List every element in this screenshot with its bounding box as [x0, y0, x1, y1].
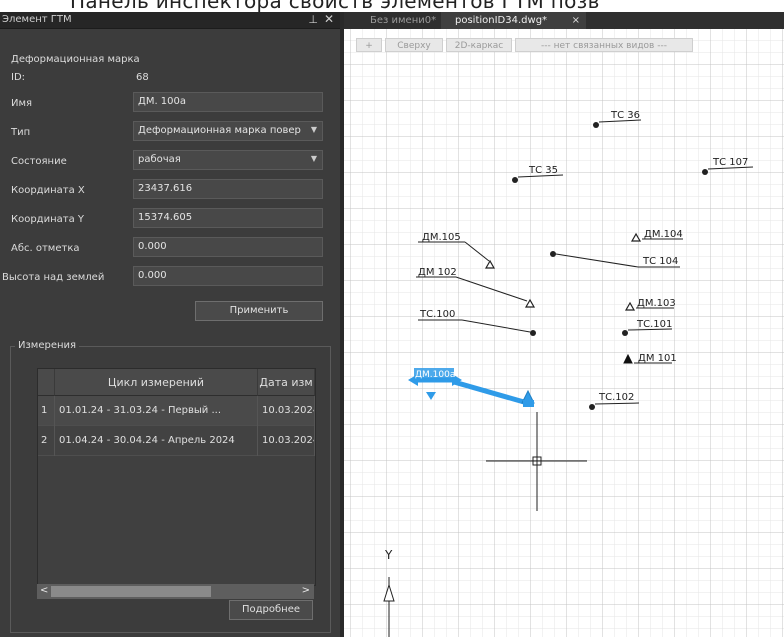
- name-label: Имя: [11, 98, 33, 109]
- panel-title-bar[interactable]: Элемент ГТМ ⊥ ✕: [0, 12, 340, 29]
- table-row[interactable]: 1 01.01.24 - 31.03.24 - Первый ... 10.03…: [38, 396, 315, 426]
- close-icon[interactable]: ×: [572, 12, 580, 29]
- close-icon[interactable]: ✕: [324, 12, 334, 26]
- height-value: 0.000: [138, 270, 167, 281]
- label-tc107: ТС 107: [712, 157, 748, 168]
- scroll-left-icon[interactable]: <: [40, 585, 48, 596]
- state-select[interactable]: рабочая ▼: [133, 150, 323, 170]
- caption-strip: Панель инспектора свойств элементов ГТМ …: [0, 0, 784, 12]
- label-dm100a: ДМ.100а: [415, 370, 455, 380]
- label-tc35: ТС 35: [528, 165, 558, 176]
- type-select[interactable]: Деформационная марка повер ▼: [133, 121, 323, 141]
- column-header-cycle[interactable]: Цикл измерений: [55, 369, 258, 396]
- label-dm103: ДМ.103: [637, 298, 676, 309]
- caption-text: Панель инспектора свойств элементов ГТМ …: [70, 0, 600, 12]
- chevron-down-icon: ▼: [310, 154, 317, 163]
- label-tc102: ТС.102: [598, 392, 634, 403]
- document-tabs: Без имени0* positionID34.dwg* ×: [344, 12, 784, 29]
- measurements-title: Измерения: [15, 340, 80, 351]
- tab-untitled[interactable]: Без имени0*: [370, 12, 436, 29]
- cycle-cell: 01.01.24 - 31.03.24 - Первый ...: [55, 396, 258, 426]
- abs-elevation-value: 0.000: [138, 241, 167, 252]
- tab-label: positionID34.dwg*: [455, 15, 548, 26]
- name-value: ДМ. 100а: [138, 96, 187, 107]
- coord-x-input[interactable]: 23437.616: [133, 179, 323, 199]
- type-label: Тип: [11, 127, 31, 138]
- details-button[interactable]: Подробнее: [229, 600, 313, 620]
- height-input[interactable]: 0.000: [133, 266, 323, 286]
- row-header-corner: [38, 369, 55, 396]
- horizontal-scrollbar[interactable]: < >: [37, 584, 314, 599]
- apply-button[interactable]: Применить: [195, 301, 323, 321]
- table-row[interactable]: 2 01.04.24 - 30.04.24 - Апрель 2024 10.0…: [38, 426, 315, 456]
- tab-position-dwg[interactable]: positionID34.dwg* ×: [441, 12, 586, 29]
- visual-style-button[interactable]: 2D-каркас: [446, 38, 512, 52]
- state-value: рабочая: [138, 154, 181, 165]
- label-dm101: ДМ 101: [638, 353, 677, 364]
- linked-views-button[interactable]: --- нет связанных видов ---: [515, 38, 693, 52]
- date-cell: 10.03.2024: [258, 396, 315, 426]
- coord-y-label: Координата Y: [11, 214, 85, 225]
- panel-title: Элемент ГТМ: [2, 14, 72, 25]
- label-tc36: ТС 36: [610, 110, 640, 121]
- name-input[interactable]: ДМ. 100а: [133, 92, 323, 112]
- id-label: ID:: [11, 72, 26, 83]
- date-cell: 10.03.2024: [258, 426, 315, 456]
- pin-icon[interactable]: ⊥: [308, 13, 318, 26]
- id-value: 68: [136, 72, 149, 83]
- coord-x-label: Координата X: [11, 185, 85, 196]
- measurements-table: Цикл измерений Дата изм 1 01.01.24 - 31.…: [37, 368, 316, 586]
- row-index: 2: [38, 426, 55, 456]
- grid-background: [344, 29, 784, 637]
- label-tc100: ТС.100: [419, 309, 455, 320]
- column-header-date[interactable]: Дата изм: [258, 369, 315, 396]
- cycle-cell: 01.04.24 - 30.04.24 - Апрель 2024: [55, 426, 258, 456]
- scrollbar-thumb[interactable]: [51, 586, 211, 597]
- scroll-right-icon[interactable]: >: [302, 585, 310, 596]
- abs-elevation-label: Абс. отметка: [11, 243, 80, 254]
- label-axis-y: Y: [384, 548, 393, 562]
- drawing-svg: ТС 36 ТС 35 ТС 107 ДМ.105 ДМ.104 ТС 104 …: [344, 29, 784, 637]
- drawing-canvas[interactable]: ТС 36 ТС 35 ТС 107 ДМ.105 ДМ.104 ТС 104 …: [344, 29, 784, 637]
- label-tc104: ТС 104: [642, 256, 678, 267]
- viewport-menu-button[interactable]: +: [356, 38, 382, 52]
- element-type-heading: Деформационная марка: [11, 54, 140, 65]
- label-dm104: ДМ.104: [644, 229, 683, 240]
- inspector-panel: Элемент ГТМ ⊥ ✕ Деформационная марка ID:…: [0, 12, 344, 637]
- view-direction-button[interactable]: Сверху: [385, 38, 443, 52]
- abs-elevation-input[interactable]: 0.000: [133, 237, 323, 257]
- state-label: Состояние: [11, 156, 67, 167]
- row-index: 1: [38, 396, 55, 426]
- coord-x-value: 23437.616: [138, 183, 193, 194]
- chevron-down-icon: ▼: [310, 125, 317, 134]
- coord-y-input[interactable]: 15374.605: [133, 208, 323, 228]
- label-dm102: ДМ 102: [418, 267, 457, 278]
- type-value: Деформационная марка повер: [138, 125, 301, 136]
- label-dm105: ДМ.105: [422, 232, 461, 243]
- coord-y-value: 15374.605: [138, 212, 193, 223]
- label-tc101: ТС.101: [636, 319, 672, 330]
- height-label: Высота над землей: [2, 272, 105, 283]
